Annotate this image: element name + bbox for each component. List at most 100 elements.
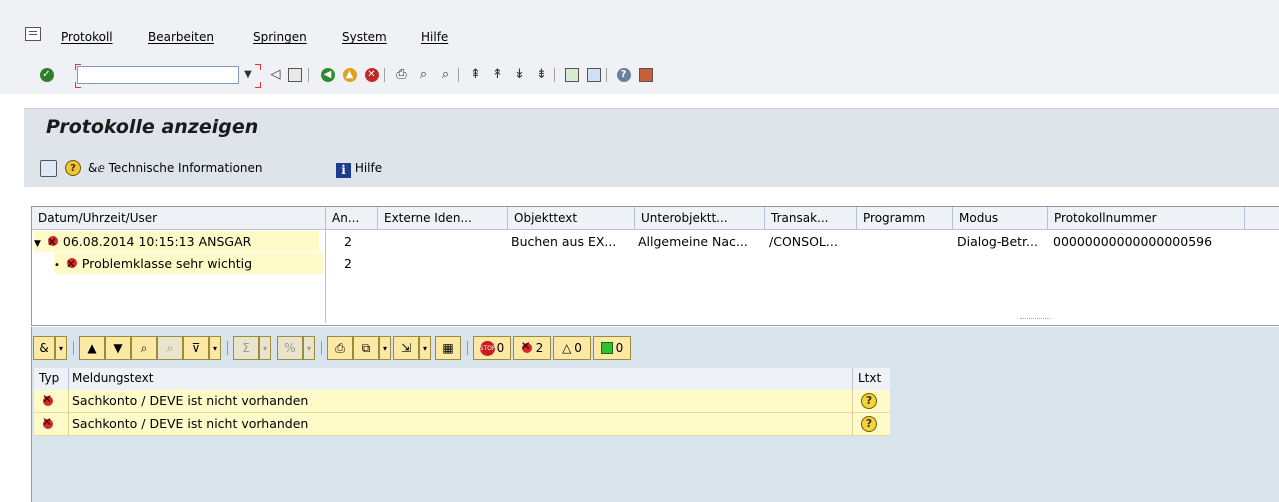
prev-page-icon[interactable]: ↟ — [488, 65, 507, 84]
exit-icon[interactable]: ▲ — [340, 65, 359, 84]
menu-protokoll[interactable]: Protokoll — [61, 30, 113, 44]
glasses-icon: &ⅇ — [88, 161, 105, 175]
check-icon[interactable]: ✓ — [37, 65, 56, 84]
help-label: Hilfe — [354, 161, 383, 175]
export-icon[interactable]: ⇲ — [393, 336, 419, 360]
info-icon: i — [336, 163, 351, 178]
export-dropdown-icon[interactable]: ▾ — [419, 336, 431, 360]
green-back-icon[interactable]: ◀ — [318, 65, 337, 84]
shortcut-icon[interactable] — [584, 65, 603, 84]
col-separator — [68, 413, 69, 435]
save-icon[interactable] — [285, 65, 304, 84]
tech-info-button[interactable]: &ⅇ Technische Informationen — [88, 160, 263, 177]
message-row[interactable]: Sachkonto / DEVE ist nicht vorhanden ? — [34, 390, 890, 413]
find-icon[interactable]: ⌕ — [414, 65, 433, 84]
col-anzahl[interactable]: An... — [326, 209, 372, 227]
warning-filter-button[interactable]: △ 0 — [553, 336, 591, 360]
subtotal-dropdown-icon: ▾ — [303, 336, 315, 360]
tree-node-log[interactable]: ▼ 06.08.2014 10:15:13 ANSGAR — [34, 231, 319, 252]
next-page-icon[interactable]: ↡ — [510, 65, 529, 84]
sort-asc-icon[interactable]: ▲ — [79, 336, 105, 360]
expand-icon[interactable]: ▼ — [34, 239, 41, 249]
toolbar-separator — [554, 68, 555, 82]
col-meldungstext[interactable]: Meldungstext — [69, 369, 832, 387]
cell-anzahl: 2 — [344, 234, 352, 249]
cell-modus: Dialog-Betr... — [957, 234, 1038, 249]
long-text-help-icon[interactable]: ? — [861, 416, 877, 432]
toolbar-separator — [308, 68, 309, 82]
filter-dropdown-icon[interactable]: ▾ — [209, 336, 221, 360]
last-page-icon[interactable]: ⇟ — [532, 65, 551, 84]
command-dropdown-icon[interactable]: ▼ — [239, 66, 257, 84]
stop-filter-button[interactable]: STOP 0 — [473, 336, 511, 360]
toolbar-separator — [467, 341, 468, 355]
error-icon — [47, 232, 59, 252]
cell-unterobjekt: Allgemeine Nac... — [638, 234, 748, 249]
page-title: Protokolle anzeigen — [46, 116, 259, 138]
views-dropdown-icon[interactable]: ▾ — [379, 336, 391, 360]
col-objekttext[interactable]: Objekttext — [508, 209, 632, 227]
menu-system[interactable]: System — [342, 30, 387, 44]
error-filter-button[interactable]: 2 — [513, 336, 551, 360]
menu-bearbeiten[interactable]: Bearbeiten — [148, 30, 214, 44]
toolbar-separator — [227, 341, 228, 355]
help-button[interactable]: i Hilfe — [336, 160, 382, 178]
tree-node-label: Problemklasse sehr wichtig — [81, 256, 253, 271]
find-next-icon[interactable]: ⌕ — [436, 65, 455, 84]
help-icon[interactable]: ? — [614, 65, 633, 84]
layout-icon[interactable]: ▦ — [435, 336, 461, 360]
system-menu-icon[interactable] — [25, 27, 41, 41]
menu-hilfe[interactable]: Hilfe — [421, 30, 448, 44]
splitter-handle[interactable] — [1020, 318, 1050, 322]
first-page-icon[interactable]: ⇞ — [466, 65, 485, 84]
col-protokollnummer[interactable]: Protokollnummer — [1048, 209, 1244, 227]
toolbar-separator — [73, 341, 74, 355]
command-field-box: ▼ — [75, 64, 261, 88]
toolbar-separator — [606, 68, 607, 82]
col-externe[interactable]: Externe Iden... — [378, 209, 506, 227]
new-session-icon[interactable] — [562, 65, 581, 84]
detail-search-icon[interactable] — [40, 160, 57, 177]
col-modus[interactable]: Modus — [953, 209, 1047, 227]
glasses-icon: & — [39, 341, 49, 355]
col-typ[interactable]: Typ — [34, 369, 67, 387]
details-button[interactable]: & — [33, 336, 55, 360]
cell-transaktion: /CONSOL... — [769, 234, 838, 249]
print-preview-icon[interactable]: ⎙ — [327, 336, 353, 360]
ok-filter-button[interactable]: 0 — [593, 336, 631, 360]
col-unterobjekt[interactable]: Unterobjektt... — [635, 209, 763, 227]
details-dropdown-icon[interactable]: ▾ — [55, 336, 67, 360]
cancel-icon[interactable]: ✕ — [362, 65, 381, 84]
col-separator — [852, 413, 853, 435]
warning-count: 0 — [574, 341, 582, 355]
filter-icon[interactable]: ⊽ — [183, 336, 209, 360]
customize-icon[interactable] — [636, 65, 655, 84]
long-text-help-icon[interactable]: ? — [861, 393, 877, 409]
col-programm[interactable]: Programm — [857, 209, 951, 227]
command-input[interactable] — [77, 66, 239, 84]
col-ltxt[interactable]: Ltxt — [853, 369, 892, 387]
table-row[interactable]: • Problemklasse sehr wichtig 2 — [32, 253, 1279, 274]
toolbar-separator — [458, 68, 459, 82]
table-row[interactable]: ▼ 06.08.2014 10:15:13 ANSGAR 2 Buchen au… — [32, 231, 1279, 252]
print-icon[interactable]: ⎙ — [392, 65, 411, 84]
tree-node-problemclass[interactable]: • Problemklasse sehr wichtig — [54, 253, 324, 274]
help-question-icon[interactable]: ? — [65, 160, 82, 177]
message-row[interactable]: Sachkonto / DEVE ist nicht vorhanden ? — [34, 413, 890, 436]
views-icon[interactable]: ⧉ — [353, 336, 379, 360]
cell-anzahl: 2 — [344, 256, 352, 271]
find-icon[interactable]: ⌕ — [131, 336, 157, 360]
toolbar-separator — [321, 341, 322, 355]
tree-node-label: 06.08.2014 10:15:13 ANSGAR — [62, 234, 252, 249]
subtotal-icon: % — [277, 336, 303, 360]
warning-icon: △ — [562, 341, 572, 355]
col-datum[interactable]: Datum/Uhrzeit/User — [32, 209, 323, 227]
message-text: Sachkonto / DEVE ist nicht vorhanden — [72, 416, 309, 431]
menu-springen[interactable]: Springen — [253, 30, 307, 44]
success-icon — [600, 342, 613, 354]
col-transaktion[interactable]: Transak... — [765, 209, 855, 227]
back-icon[interactable]: ◁ — [266, 65, 285, 84]
col-separator — [852, 390, 853, 412]
error-icon — [66, 254, 78, 274]
sort-desc-icon[interactable]: ▼ — [105, 336, 131, 360]
